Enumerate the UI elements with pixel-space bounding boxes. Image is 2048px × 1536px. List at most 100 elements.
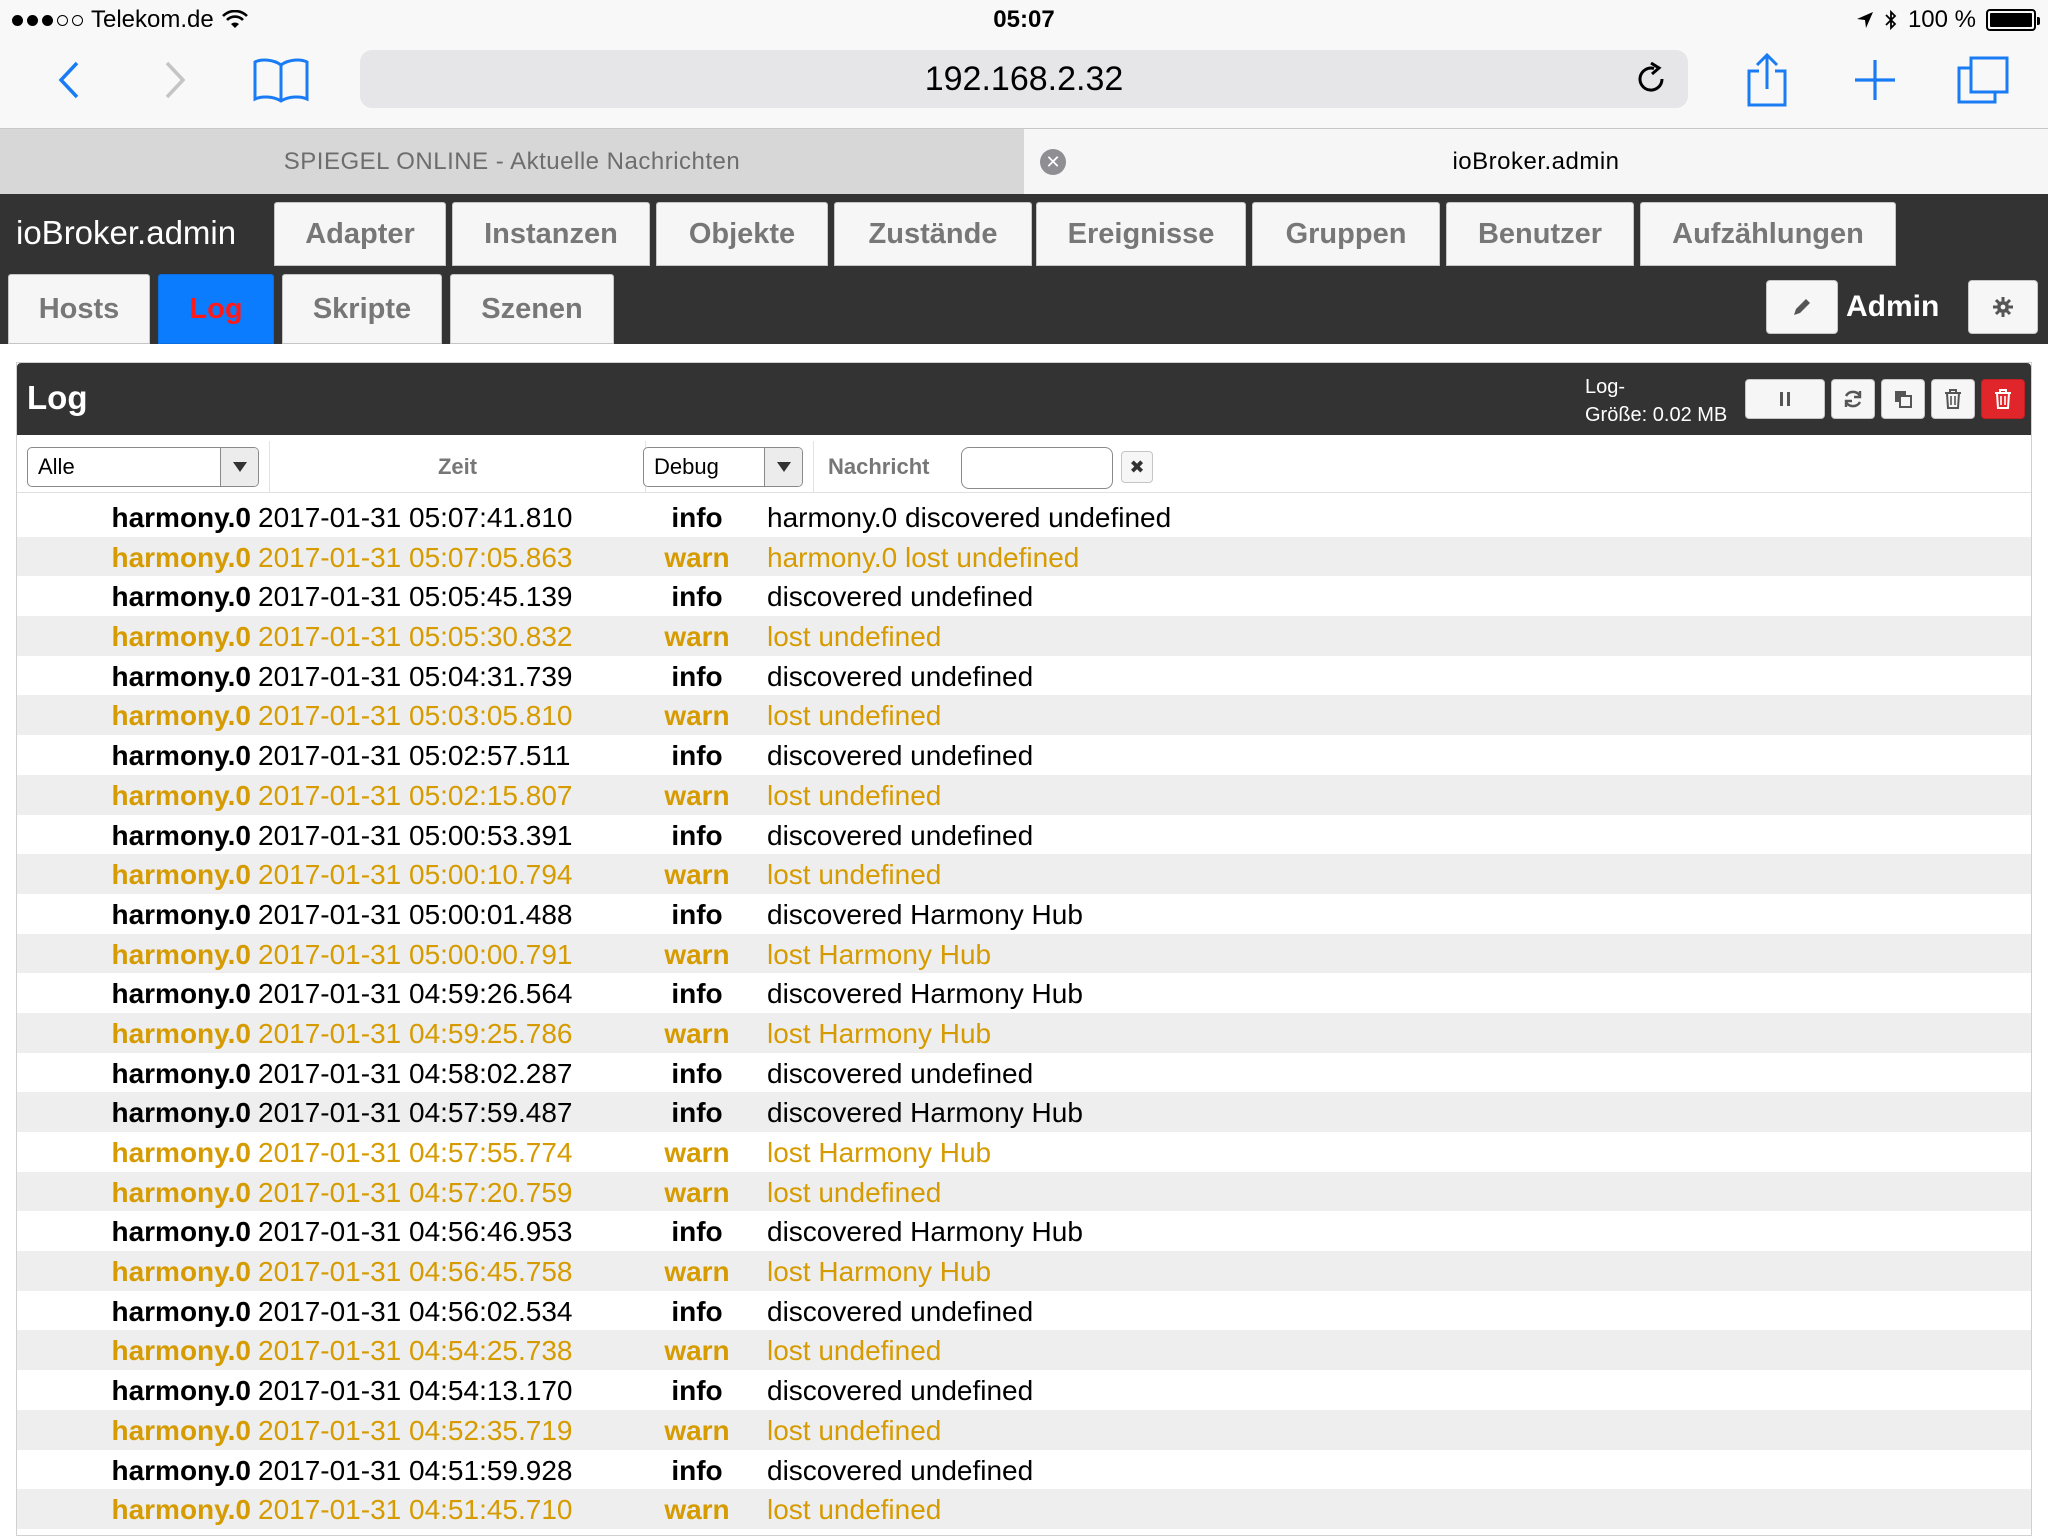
chevron-down-icon [220,448,258,486]
log-time: 2017-01-31 05:04:31.739 [258,660,573,692]
log-message: lost undefined [767,621,942,653]
app-brand: ioBroker.admin [16,214,237,251]
battery-percent: 100 % [1907,6,1976,33]
tab-skripte[interactable]: Skripte [282,274,442,344]
log-row: harmony.0 2017-01-31 04:58:02.287 info disc… [17,1053,2031,1093]
log-source: harmony.0 [111,1017,251,1049]
log-severity: info [671,1295,723,1327]
tabs-overview-button[interactable] [1948,50,2018,110]
refresh-button[interactable] [1831,379,1875,419]
tab-benutzer[interactable]: Benutzer [1446,202,1634,266]
log-message: discovered Harmony Hub [767,1216,1083,1248]
log-size: Log- Größe: 0.02 MB [1585,373,1727,429]
log-source: harmony.0 [111,581,251,613]
edit-user-button[interactable] [1766,280,1838,334]
log-severity: info [671,1057,723,1089]
log-severity: warn [664,1017,730,1049]
source-filter-select[interactable]: Alle [27,447,259,487]
log-severity: info [671,978,723,1010]
log-time: 2017-01-31 04:56:46.953 [258,1216,573,1248]
log-panel: Log Log- Größe: 0.02 MB Alle Zeit Debug … [16,362,2032,1536]
trash-all-icon [1995,389,2011,409]
share-button[interactable] [1732,50,1802,110]
log-row: harmony.0 2017-01-31 05:02:15.807 warn lost… [17,774,2031,815]
clear-log-button[interactable] [1931,379,1975,419]
log-row: harmony.0 2017-01-31 04:57:55.774 warn lost… [17,1132,2031,1172]
log-time: 2017-01-31 04:51:45.710 [258,1494,573,1526]
status-right: 100 % [1856,6,2040,34]
log-message: discovered undefined [767,1375,1034,1407]
bluetooth-icon [1885,9,1897,31]
log-row: harmony.0 2017-01-31 04:51:45.710 warn lost… [17,1489,2031,1529]
chevron-down-icon [764,448,802,486]
log-source: harmony.0 [111,1256,251,1288]
tab-aufzaehlungen[interactable]: Aufzählungen [1640,202,1896,266]
log-source: harmony.0 [111,660,251,692]
bookmarks-button[interactable] [246,50,316,110]
browser-tab-spiegel[interactable]: SPIEGEL ONLINE - Aktuelle Nachrichten [0,129,1024,195]
tab-ereignisse[interactable]: Ereignisse [1036,202,1246,266]
tab-szenen[interactable]: Szenen [450,274,614,344]
gear-icon [1993,297,2013,317]
back-button[interactable] [34,50,104,110]
log-message: lost Harmony Hub [767,938,992,970]
log-time: 2017-01-31 05:00:53.391 [258,819,573,851]
pause-button[interactable] [1745,379,1825,419]
log-message: discovered undefined [767,581,1034,613]
log-severity: info [671,1216,723,1248]
log-panel-header: Log Log- Größe: 0.02 MB [17,363,2031,435]
forward-button[interactable] [140,50,210,110]
tab-zustaende[interactable]: Zustände [834,202,1032,266]
log-source: harmony.0 [111,1375,251,1407]
log-source: harmony.0 [111,740,251,772]
log-time: 2017-01-31 05:05:45.139 [258,581,573,613]
clear-filter-icon[interactable]: ✖ [1121,451,1153,483]
log-source: harmony.0 [111,621,251,653]
tab-instanzen[interactable]: Instanzen [452,202,650,266]
log-severity: warn [664,541,730,573]
reload-icon[interactable] [1634,62,1668,96]
log-row: harmony.0 2017-01-31 04:57:59.487 info disc… [17,1092,2031,1132]
copy-button[interactable] [1881,379,1925,419]
log-time: 2017-01-31 05:07:41.810 [258,502,573,533]
tab-objekte[interactable]: Objekte [656,202,828,266]
log-message: lost undefined [767,1176,942,1208]
log-time: 2017-01-31 04:58:02.287 [258,1057,573,1089]
tab-gruppen[interactable]: Gruppen [1252,202,1440,266]
browser-tab-iobroker[interactable]: ioBroker.admin [1024,129,2048,195]
log-row: harmony.0 2017-01-31 05:00:53.391 info disc… [17,815,2031,855]
severity-filter-select[interactable]: Debug [643,447,803,487]
log-source: harmony.0 [111,1494,251,1526]
tab-hosts[interactable]: Hosts [8,274,150,344]
log-row: harmony.0 2017-01-31 04:54:25.738 warn lost… [17,1330,2031,1371]
log-time: 2017-01-31 04:57:59.487 [258,1097,573,1129]
log-message: harmony.0 discovered undefined [767,502,1172,533]
log-time: 2017-01-31 05:07:05.863 [258,541,573,573]
settings-button[interactable] [1968,280,2038,334]
close-tab-icon[interactable]: ✕ [1040,149,1066,175]
log-source: harmony.0 [111,819,251,851]
log-severity: warn [664,1256,730,1288]
log-severity: warn [664,779,730,811]
log-source: harmony.0 [111,502,251,533]
address-bar[interactable]: 192.168.2.32 [360,50,1688,108]
log-row: harmony.0 2017-01-31 05:00:01.488 info disc… [17,894,2031,934]
new-tab-button[interactable] [1840,50,1910,110]
tab-adapter[interactable]: Adapter [274,202,446,266]
forward-chevron-icon [165,61,186,99]
log-time: 2017-01-31 04:56:45.758 [258,1256,573,1288]
delete-all-logs-button[interactable] [1981,379,2025,419]
copy-icon [1895,391,1912,408]
log-message: discovered undefined [767,660,1034,692]
log-time: 2017-01-31 04:59:25.786 [258,1017,573,1049]
tab-log[interactable]: Log [158,274,274,344]
log-severity: info [671,898,723,930]
message-filter-input[interactable] [961,447,1113,489]
battery-icon [1986,9,2040,31]
log-size-line1: Log- [1585,376,1626,398]
app-header: ioBroker.admin Adapter Instanzen Objekte… [0,194,2048,344]
log-row: harmony.0 2017-01-31 04:59:25.786 warn lost… [17,1012,2031,1053]
log-message: discovered Harmony Hub [767,978,1083,1010]
log-source: harmony.0 [111,1454,251,1486]
log-source: harmony.0 [111,859,251,891]
